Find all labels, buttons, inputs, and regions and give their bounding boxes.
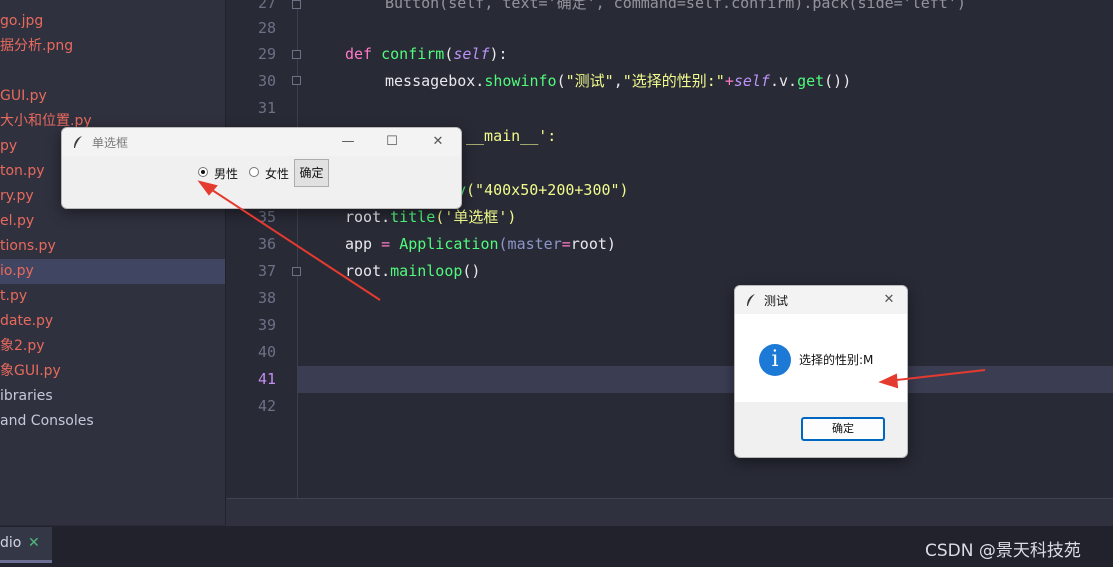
arrow-to-message — [887, 369, 986, 382]
annotation-arrows — [197, 180, 986, 389]
arrowhead-icon — [878, 373, 899, 389]
arrowhead-icon — [197, 180, 218, 196]
ide-screen: go.jpg 据分析.png GUI.py 大小和位置.py py ton.py… — [0, 0, 1113, 567]
arrow-to-radio — [205, 185, 381, 301]
